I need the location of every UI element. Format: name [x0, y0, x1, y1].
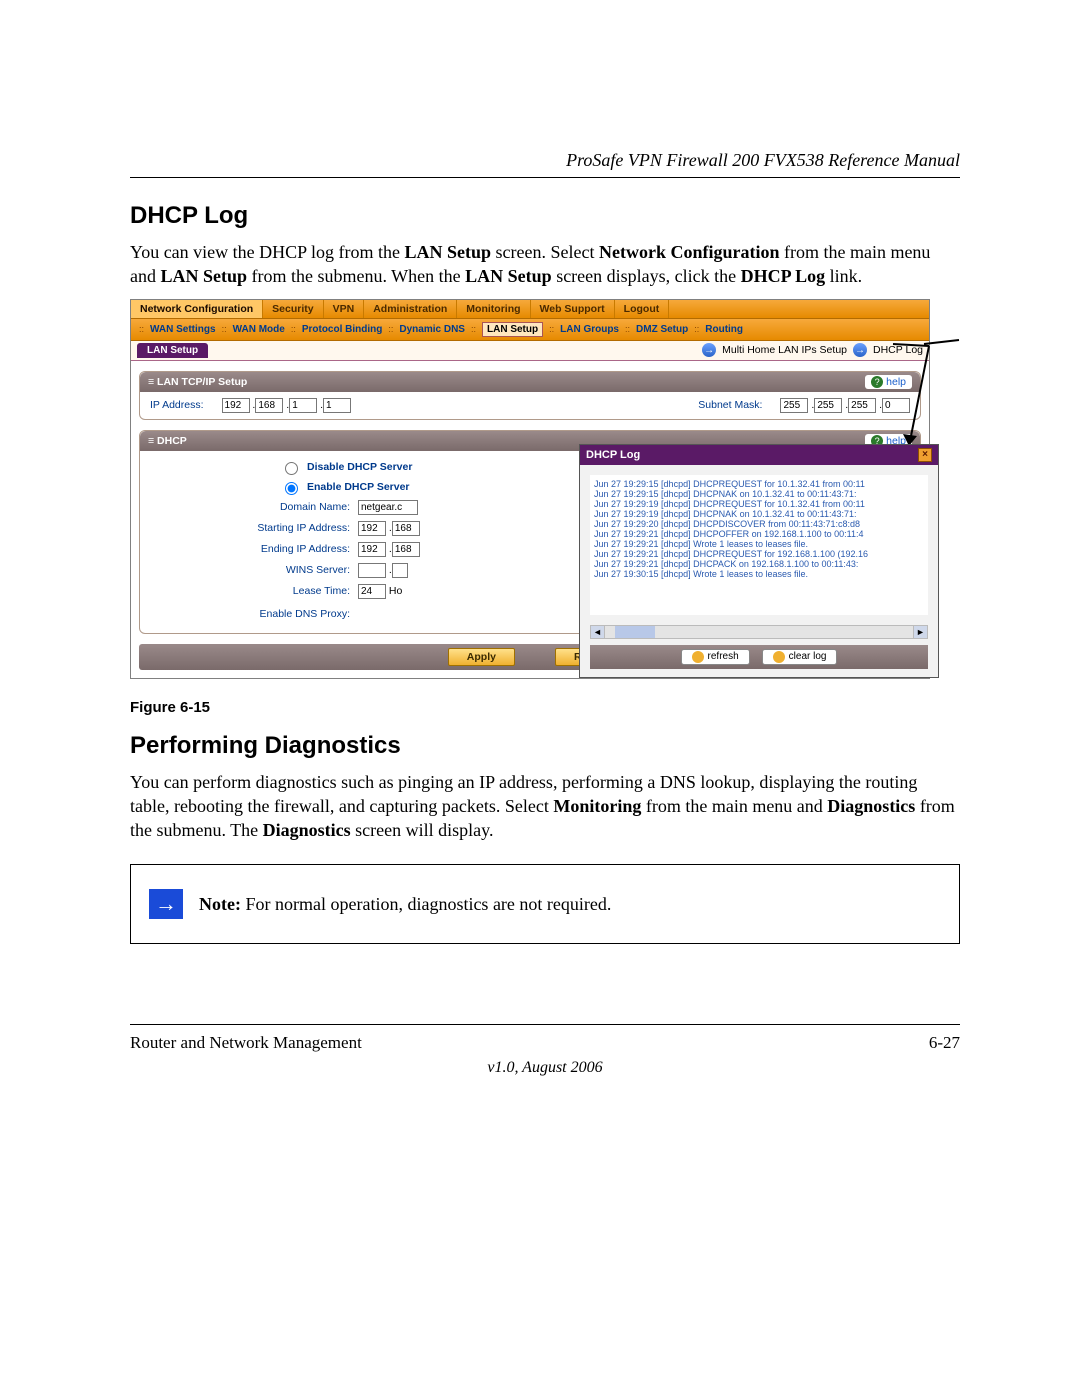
nav-vpn[interactable]: VPN — [324, 300, 365, 318]
end-ip-1[interactable] — [358, 542, 386, 557]
para-diagnostics: You can perform diagnostics such as ping… — [130, 770, 960, 843]
apply-button[interactable]: Apply — [448, 648, 515, 666]
footer-left: Router and Network Management — [130, 1033, 362, 1053]
lease-time-unit: Ho — [389, 585, 402, 597]
radio-disable-dhcp[interactable] — [285, 462, 298, 475]
horizontal-scrollbar[interactable]: ◄ ► — [590, 625, 928, 639]
footer-rule — [130, 1024, 960, 1025]
subnet-octet-4[interactable] — [882, 398, 910, 413]
starting-ip-label: Starting IP Address: — [150, 522, 350, 534]
scroll-right-icon[interactable]: ► — [913, 626, 927, 638]
dhcp-log-popup: DHCP Log × Jun 27 19:29:15 [dhcpd] DHCPR… — [579, 444, 939, 678]
subnet-octet-2[interactable] — [814, 398, 842, 413]
note-bold: Note: — [199, 894, 241, 914]
popup-title: DHCP Log — [586, 449, 640, 461]
end-ip-2[interactable] — [392, 542, 420, 557]
link-multihome[interactable]: Multi Home LAN IPs Setup — [722, 344, 847, 356]
subnet-octet-3[interactable] — [848, 398, 876, 413]
log-line: Jun 27 19:29:19 [dhcpd] DHCPREQUEST for … — [594, 499, 924, 509]
group-lan-tcpip: ≡ LAN TCP/IP Setup ?help IP Address: . .… — [139, 371, 921, 420]
clear-log-button[interactable]: clear log — [762, 649, 838, 665]
scroll-left-icon[interactable]: ◄ — [591, 626, 605, 638]
nav-network-configuration[interactable]: Network Configuration — [131, 300, 263, 318]
wins-2[interactable] — [392, 563, 408, 578]
main-nav: Network Configuration Security VPN Admin… — [131, 300, 929, 319]
nav-administration[interactable]: Administration — [364, 300, 457, 318]
log-viewport: Jun 27 19:29:15 [dhcpd] DHCPREQUEST for … — [590, 475, 928, 615]
subnav-lan-groups[interactable]: LAN Groups — [560, 324, 619, 335]
log-line: Jun 27 19:29:21 [dhcpd] DHCPREQUEST for … — [594, 549, 924, 559]
refresh-icon — [692, 651, 704, 663]
tab-lan-setup[interactable]: LAN Setup — [137, 343, 208, 358]
radio-enable-label: Enable DHCP Server — [307, 481, 410, 493]
start-ip-2[interactable] — [392, 521, 420, 536]
header-rule — [130, 177, 960, 178]
subnav-dynamic-dns[interactable]: Dynamic DNS — [399, 324, 465, 335]
heading-dhcp-log: DHCP Log — [130, 202, 960, 230]
ip-address-label: IP Address: — [150, 399, 204, 411]
subnet-octet-1[interactable] — [780, 398, 808, 413]
note-arrow-icon: → — [149, 889, 183, 919]
subnet-label: Subnet Mask: — [698, 399, 762, 411]
subnav-protocol-binding[interactable]: Protocol Binding — [302, 324, 383, 335]
ip-octet-2[interactable] — [255, 398, 283, 413]
link-dhcp-log[interactable]: DHCP Log — [873, 344, 923, 356]
nav-security[interactable]: Security — [263, 300, 323, 318]
arrow-icon — [702, 343, 716, 357]
group-title: ≡ LAN TCP/IP Setup — [148, 376, 247, 388]
log-line: Jun 27 19:29:20 [dhcpd] DHCPDISCOVER fro… — [594, 519, 924, 529]
subnav-lan-setup[interactable]: LAN Setup — [482, 322, 543, 337]
figure-caption: Figure 6-15 — [130, 699, 960, 716]
lease-time-input[interactable] — [358, 584, 386, 599]
refresh-button[interactable]: refresh — [681, 649, 750, 665]
subnav-wan-settings[interactable]: WAN Settings — [150, 324, 216, 335]
radio-enable-dhcp[interactable] — [285, 482, 298, 495]
subnav-dmz-setup[interactable]: DMZ Setup — [636, 324, 688, 335]
log-line: Jun 27 19:30:15 [dhcpd] Wrote 1 leases t… — [594, 569, 924, 579]
clear-icon — [773, 651, 785, 663]
ending-ip-label: Ending IP Address: — [150, 543, 350, 555]
log-line: Jun 27 19:29:15 [dhcpd] DHCPNAK on 10.1.… — [594, 489, 924, 499]
ip-octet-1[interactable] — [222, 398, 250, 413]
group-title: ≡ DHCP — [148, 435, 187, 447]
ip-octet-4[interactable] — [323, 398, 351, 413]
heading-diagnostics: Performing Diagnostics — [130, 732, 960, 760]
screenshot-figure: Network Configuration Security VPN Admin… — [130, 299, 930, 679]
para-dhcp-log: You can view the DHCP log from the LAN S… — [130, 240, 960, 289]
log-line: Jun 27 19:29:15 [dhcpd] DHCPREQUEST for … — [594, 479, 924, 489]
domain-name-input[interactable] — [358, 500, 418, 515]
close-icon[interactable]: × — [918, 448, 932, 462]
arrow-icon — [853, 343, 867, 357]
nav-web-support[interactable]: Web Support — [531, 300, 615, 318]
log-line: Jun 27 19:29:21 [dhcpd] DHCPOFFER on 192… — [594, 529, 924, 539]
note-text: For normal operation, diagnostics are no… — [241, 894, 611, 914]
start-ip-1[interactable] — [358, 521, 386, 536]
nav-monitoring[interactable]: Monitoring — [457, 300, 530, 318]
help-link[interactable]: ?help — [865, 375, 912, 389]
scroll-thumb[interactable] — [615, 626, 655, 638]
subnav-routing[interactable]: Routing — [705, 324, 743, 335]
footer-right: 6-27 — [929, 1033, 960, 1053]
footer-version: v1.0, August 2006 — [130, 1059, 960, 1077]
log-line: Jun 27 19:29:21 [dhcpd] Wrote 1 leases t… — [594, 539, 924, 549]
subnav-wan-mode[interactable]: WAN Mode — [233, 324, 285, 335]
nav-logout[interactable]: Logout — [615, 300, 670, 318]
lease-time-label: Lease Time: — [150, 585, 350, 597]
sub-nav: ::WAN Settings ::WAN Mode ::Protocol Bin… — [131, 319, 929, 341]
radio-disable-label: Disable DHCP Server — [307, 461, 412, 473]
log-line: Jun 27 19:29:19 [dhcpd] DHCPNAK on 10.1.… — [594, 509, 924, 519]
doc-header-title: ProSafe VPN Firewall 200 FVX538 Referenc… — [130, 150, 960, 171]
wins-server-label: WINS Server: — [150, 564, 350, 576]
note-box: → Note: For normal operation, diagnostic… — [130, 864, 960, 944]
dns-proxy-label: Enable DNS Proxy: — [150, 608, 350, 620]
log-line: Jun 27 19:29:21 [dhcpd] DHCPACK on 192.1… — [594, 559, 924, 569]
ip-octet-3[interactable] — [289, 398, 317, 413]
wins-1[interactable] — [358, 563, 386, 578]
domain-name-label: Domain Name: — [150, 501, 350, 513]
